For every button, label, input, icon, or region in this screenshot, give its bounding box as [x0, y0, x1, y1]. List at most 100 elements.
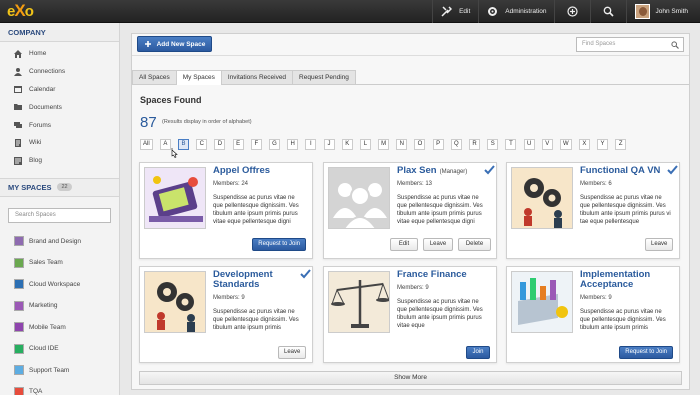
- alphabet-letter-n[interactable]: N: [396, 139, 408, 150]
- request-to-join-button[interactable]: Request to Join: [252, 238, 306, 251]
- space-card[interactable]: France Finance Members: 9 Suspendisse ac…: [323, 266, 497, 363]
- request-to-join-button[interactable]: Request to Join: [619, 346, 673, 359]
- space-name[interactable]: Development Standards: [213, 270, 308, 290]
- sidebar-space-label: Support Team: [29, 366, 70, 374]
- sidebar-space-label: Cloud Workspace: [29, 280, 81, 288]
- nav-item-wiki[interactable]: Wiki: [0, 134, 119, 152]
- alphabet-letter-c[interactable]: C: [196, 139, 208, 150]
- tab-invitations-received[interactable]: Invitations Received: [220, 70, 294, 84]
- space-card[interactable]: Plax Sen (Manager) Members: 13 Suspendiss…: [323, 162, 497, 259]
- my-spaces-count-badge: 22: [57, 183, 72, 192]
- alphabet-letter-s[interactable]: S: [487, 139, 499, 150]
- nav-item-home[interactable]: Home: [0, 45, 119, 63]
- alphabet-letter-j[interactable]: J: [323, 139, 335, 150]
- add-button[interactable]: [554, 0, 590, 23]
- tools-icon: [441, 6, 453, 17]
- space-card[interactable]: Functional QA VN Members: 6 Suspendisse …: [506, 162, 680, 259]
- leave-space-button[interactable]: Leave: [645, 238, 673, 251]
- alphabet-letter-q[interactable]: Q: [450, 139, 462, 150]
- nav-item-connections[interactable]: Connections: [0, 63, 119, 81]
- spaces-toolbar: Add New Space Find Spaces: [132, 34, 689, 56]
- alphabet-letter-d[interactable]: D: [214, 139, 226, 150]
- alphabet-letter-k[interactable]: K: [341, 139, 353, 150]
- edit-space-button[interactable]: Edit: [390, 238, 418, 251]
- forum-icon: [14, 122, 22, 129]
- sidebar-space-item[interactable]: Sales Team: [0, 252, 119, 274]
- find-spaces-input[interactable]: Find Spaces: [576, 37, 684, 52]
- space-name[interactable]: France Finance: [397, 270, 492, 280]
- exo-logo[interactable]: eXo: [7, 0, 34, 23]
- edit-menu[interactable]: Edit: [432, 0, 478, 23]
- alphabet-letter-l[interactable]: L: [359, 139, 371, 150]
- space-filter-tabs: All Spaces My Spaces Invitations Receive…: [132, 70, 689, 85]
- space-description: Suspendisse ac purus vitae ne que pellen…: [213, 195, 299, 225]
- alphabet-letter-e[interactable]: E: [232, 139, 244, 150]
- wiki-icon: [15, 138, 21, 147]
- space-avatar: [14, 343, 24, 354]
- alphabet-letter-h[interactable]: H: [287, 139, 299, 150]
- add-new-space-button[interactable]: Add New Space: [137, 36, 212, 52]
- alphabet-letter-t[interactable]: T: [505, 139, 517, 150]
- space-avatar: [14, 365, 24, 376]
- top-navigation-bar: eXo Edit Administration John Smith: [0, 0, 700, 23]
- show-more-button[interactable]: Show More: [139, 371, 682, 385]
- sidebar-space-item[interactable]: TQA: [0, 381, 119, 395]
- sidebar-space-item[interactable]: Cloud Workspace: [0, 274, 119, 296]
- delete-space-button[interactable]: Delete: [458, 238, 491, 251]
- space-description: Suspendisse ac purus vitae ne que pellen…: [580, 195, 671, 225]
- space-name[interactable]: Plax Sen (Manager): [397, 166, 492, 177]
- administration-menu[interactable]: Administration: [478, 0, 554, 23]
- nav-item-forums[interactable]: Forums: [0, 116, 119, 134]
- search-spaces-input[interactable]: Search Spaces: [8, 207, 111, 223]
- alphabet-letter-o[interactable]: O: [414, 139, 426, 150]
- tab-my-spaces[interactable]: My Spaces: [175, 70, 222, 85]
- space-card[interactable]: Development Standards Members: 9 Suspend…: [139, 266, 313, 363]
- space-name[interactable]: Functional QA VN: [580, 166, 675, 176]
- user-menu[interactable]: John Smith: [626, 0, 700, 23]
- alphabet-letter-g[interactable]: G: [268, 139, 280, 150]
- alphabet-letter-w[interactable]: W: [559, 139, 572, 150]
- nav-item-blog[interactable]: Blog: [0, 152, 119, 170]
- alphabet-letter-u[interactable]: U: [523, 139, 535, 150]
- space-members: Members: 6: [580, 181, 612, 187]
- space-name[interactable]: Implementation Acceptance: [580, 270, 675, 290]
- alphabet-letter-y[interactable]: Y: [597, 139, 609, 150]
- alphabet-letter-f[interactable]: F: [250, 139, 262, 150]
- leave-space-button[interactable]: Leave: [278, 346, 306, 359]
- space-name[interactable]: Appel Offres: [213, 166, 308, 176]
- leave-space-button[interactable]: Leave: [423, 238, 453, 251]
- nav-item-documents[interactable]: Documents: [0, 98, 119, 116]
- space-card[interactable]: Implementation Acceptance Members: 9 Sus…: [506, 266, 680, 363]
- alphabet-letter-all[interactable]: All: [140, 139, 153, 150]
- alphabet-letter-m[interactable]: M: [378, 139, 390, 150]
- alphabet-letter-r[interactable]: R: [469, 139, 481, 150]
- alphabet-letter-b[interactable]: B: [178, 139, 190, 150]
- space-description: Suspendisse ac purus vitae ne que pellen…: [213, 309, 299, 331]
- sidebar-space-item[interactable]: Marketing: [0, 295, 119, 317]
- space-members: Members: 13: [397, 181, 433, 187]
- sidebar-space-item[interactable]: Mobile Team: [0, 317, 119, 339]
- alphabet-letter-p[interactable]: P: [432, 139, 444, 150]
- alphabet-letter-v[interactable]: V: [541, 139, 553, 150]
- space-members: Members: 9: [397, 285, 429, 291]
- plus-circle-icon: [567, 6, 579, 17]
- spaces-panel: Add New Space Find Spaces All Spaces My …: [131, 33, 690, 390]
- nav-item-calendar[interactable]: Calendar: [0, 81, 119, 99]
- search-button[interactable]: [590, 0, 626, 23]
- sidebar-space-item[interactable]: Support Team: [0, 360, 119, 382]
- alphabet-letter-z[interactable]: Z: [615, 139, 627, 150]
- folder-icon: [14, 104, 22, 111]
- sidebar-space-label: TQA: [29, 388, 43, 395]
- tab-all-spaces[interactable]: All Spaces: [132, 70, 177, 84]
- alphabet-letter-i[interactable]: I: [305, 139, 317, 150]
- sidebar-space-item[interactable]: Brand and Design: [0, 231, 119, 253]
- search-icon: [604, 6, 615, 17]
- join-button[interactable]: Join: [466, 346, 490, 359]
- alphabet-letter-x[interactable]: X: [578, 139, 590, 150]
- results-note: (Results display in order of alphabet): [162, 119, 252, 125]
- space-card[interactable]: Appel Offres Members: 24 Suspendisse ac …: [139, 162, 313, 259]
- tab-request-pending[interactable]: Request Pending: [292, 70, 356, 84]
- sidebar-space-item[interactable]: Cloud IDE: [0, 338, 119, 360]
- user-avatar: [635, 4, 651, 19]
- calendar-icon: [14, 86, 22, 94]
